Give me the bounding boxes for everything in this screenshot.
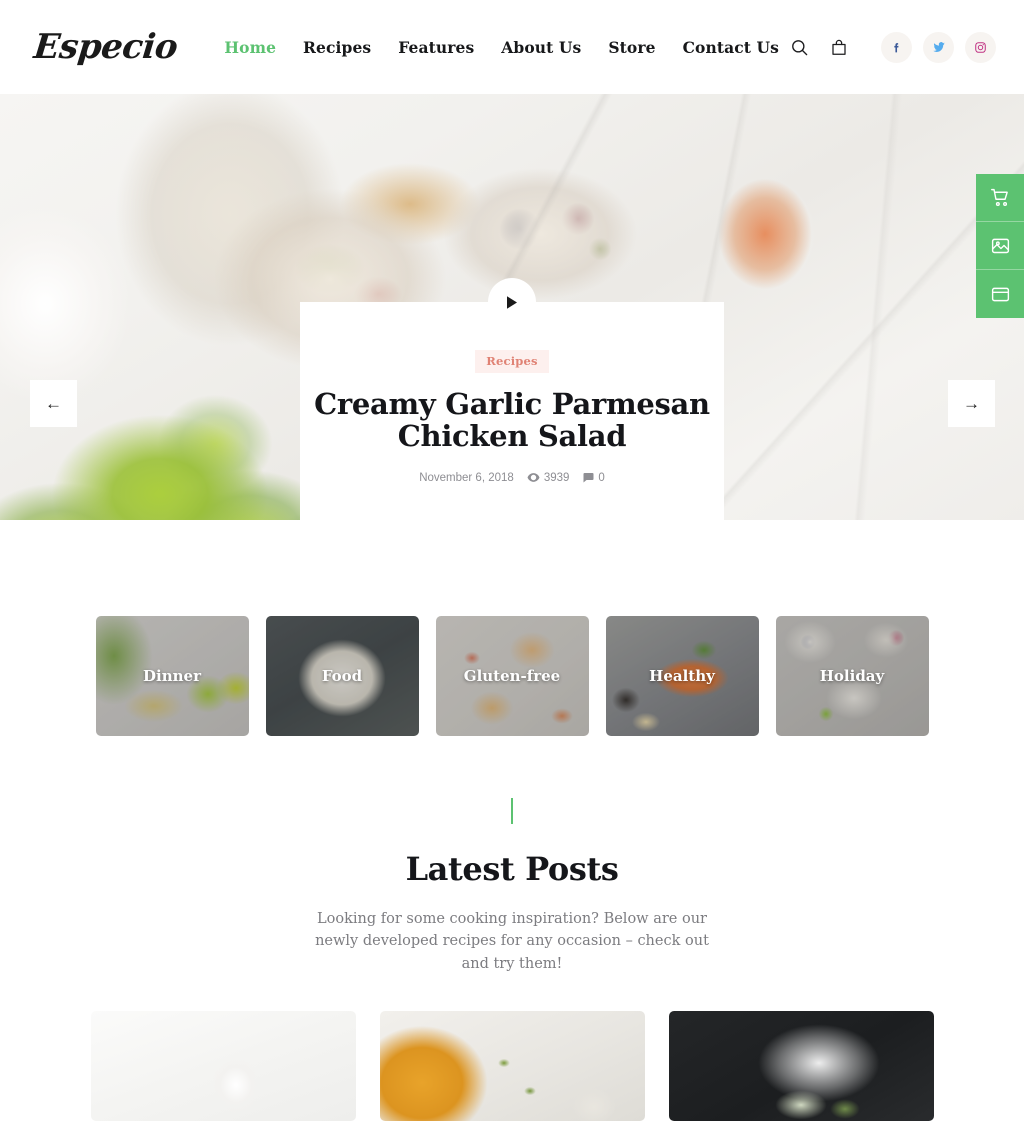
main-navigation: Home Recipes Features About Us Store Con…: [189, 38, 779, 57]
hero-views: 3939: [527, 471, 570, 484]
post-card[interactable]: [90, 1011, 356, 1121]
eye-icon: [527, 473, 540, 483]
nav-item-store[interactable]: Store: [608, 38, 655, 57]
post-thumbnail: [668, 1011, 934, 1121]
twitter-icon[interactable]: [923, 31, 954, 63]
hero-post-title[interactable]: Creamy Garlic Parmesan Chicken Salad: [300, 388, 724, 453]
nav-item-recipes[interactable]: Recipes: [303, 38, 371, 57]
hero-comments: 0: [582, 471, 605, 484]
hero-post-card[interactable]: Recipes Creamy Garlic Parmesan Chicken S…: [300, 302, 724, 520]
section-subtitle: Looking for some cooking inspiration? Be…: [315, 911, 709, 972]
latest-posts-section: Latest Posts Looking for some cooking in…: [0, 736, 1024, 975]
section-title: Latest Posts: [405, 850, 619, 888]
hero-next-button[interactable]: →: [948, 380, 995, 427]
hero-views-count: 3939: [543, 471, 570, 484]
shopping-bag-icon[interactable]: [819, 27, 859, 67]
hero-slider: ← → Recipes Creamy Garlic Parmesan Chick…: [0, 94, 1024, 520]
site-logo[interactable]: Especio: [32, 27, 192, 67]
hero-post-meta: November 6, 2018 3939 0: [300, 472, 724, 484]
post-grid: [0, 975, 1024, 1121]
floating-side-buttons: [976, 174, 1024, 318]
header-tools: [779, 27, 996, 67]
gallery-icon[interactable]: [976, 222, 1024, 270]
site-header: Especio Home Recipes Features About Us S…: [0, 0, 1024, 94]
facebook-icon[interactable]: [881, 31, 912, 63]
nav-item-contact-us[interactable]: Contact Us: [683, 38, 779, 57]
search-icon[interactable]: [779, 27, 819, 67]
section-divider: [511, 798, 513, 824]
window-icon[interactable]: [976, 270, 1024, 318]
category-card-healthy[interactable]: Healthy: [605, 616, 759, 736]
category-card-gluten-free[interactable]: Gluten-free: [435, 616, 589, 736]
category-label: Dinner: [143, 667, 201, 685]
play-icon[interactable]: [488, 278, 536, 326]
hero-category-badge[interactable]: Recipes: [475, 350, 549, 373]
post-card[interactable]: [668, 1011, 934, 1121]
hero-comments-count: 0: [598, 471, 605, 484]
comment-icon: [583, 473, 594, 483]
category-card-holiday[interactable]: Holiday: [775, 616, 929, 736]
category-label: Food: [321, 667, 363, 685]
category-card-food[interactable]: Food: [265, 616, 419, 736]
cart-icon[interactable]: [976, 174, 1024, 222]
social-links: [881, 31, 996, 63]
nav-item-home[interactable]: Home: [224, 38, 276, 57]
category-card-dinner[interactable]: Dinner: [95, 616, 249, 736]
category-label: Healthy: [649, 667, 715, 685]
post-thumbnail: [90, 1011, 356, 1121]
instagram-icon[interactable]: [965, 31, 996, 63]
nav-item-about-us[interactable]: About Us: [501, 38, 581, 57]
post-card[interactable]: [379, 1011, 645, 1121]
post-thumbnail: [379, 1011, 645, 1121]
category-label: Gluten-free: [463, 667, 561, 685]
hero-post-date: November 6, 2018: [419, 471, 514, 484]
hero-prev-button[interactable]: ←: [30, 380, 77, 427]
category-cards: Dinner Food Gluten-free Healthy Holiday: [0, 520, 1024, 736]
category-label: Holiday: [819, 667, 885, 685]
nav-item-features[interactable]: Features: [398, 38, 474, 57]
